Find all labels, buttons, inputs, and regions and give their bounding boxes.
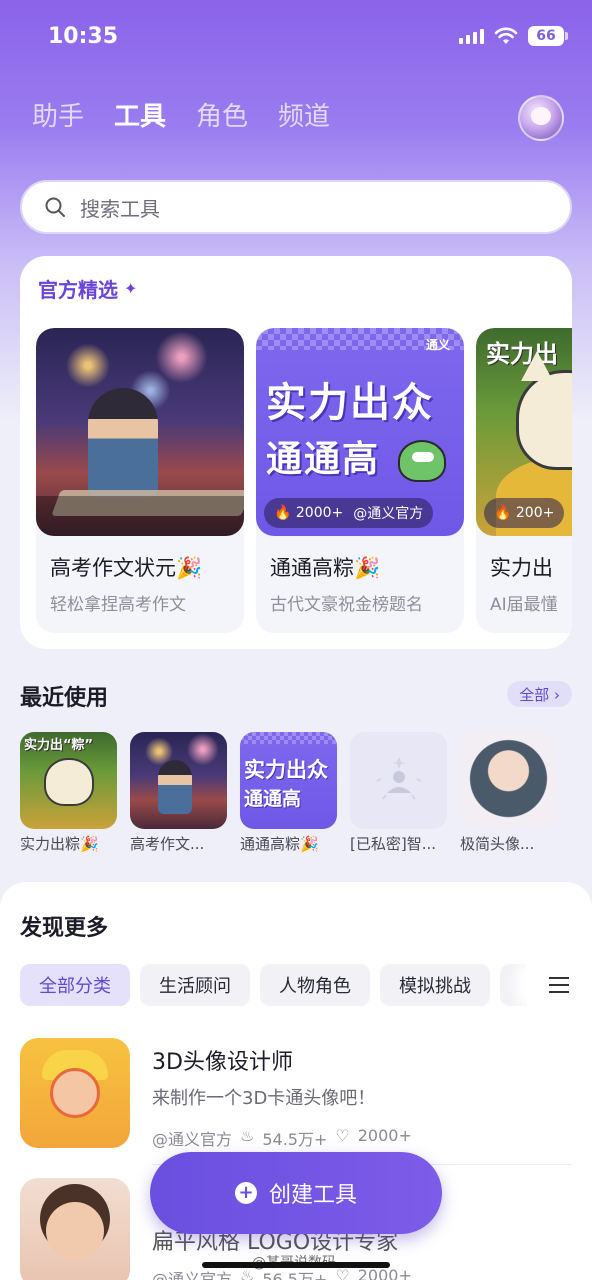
- official-picks-label: 官方精选: [38, 278, 118, 302]
- signal-icon: [459, 28, 484, 44]
- tool-thumb: [20, 1178, 130, 1280]
- heart-icon: ♡: [335, 1126, 350, 1145]
- chip-characters[interactable]: 人物角色: [260, 964, 370, 1006]
- fire-icon: ♨: [240, 1126, 255, 1145]
- tool-uses: 54.5万+: [262, 1130, 328, 1149]
- status-time: 10:35: [48, 24, 119, 49]
- card-stats-badge: 🔥 200+: [484, 498, 565, 528]
- cat-card-image: 实力出 🔥 200+: [476, 328, 572, 536]
- search-icon: [45, 197, 65, 217]
- card-stats-badge: 🔥 2000+ @通义官方: [264, 498, 434, 528]
- tool-thumb: [20, 1038, 130, 1148]
- featured-card-essay[interactable]: 高考作文状元🎉 轻松拿捏高考作文: [36, 328, 244, 633]
- home-indicator: [202, 1262, 390, 1268]
- tab-assistant[interactable]: 助手: [32, 96, 84, 133]
- tool-author: @通义官方: [152, 1270, 233, 1280]
- recent-thumb: [460, 732, 557, 829]
- image-shade: [36, 496, 244, 536]
- card-author: @通义官方: [353, 506, 424, 522]
- recent-label: 高考作文...: [130, 835, 205, 853]
- poster-subline: 通通高: [266, 439, 381, 480]
- recent-item[interactable]: 高考作文...: [130, 732, 227, 854]
- essay-card-image: [36, 328, 244, 536]
- card-title: 高考作文状元🎉: [50, 556, 203, 580]
- featured-card-cat[interactable]: 实力出 🔥 200+ 实力出 AI届最懂: [476, 328, 572, 633]
- studying-boy-illustration: [88, 388, 158, 498]
- tool-name: 3D头像设计师: [152, 1050, 293, 1075]
- recent-label: 极简头像...: [460, 835, 535, 853]
- official-picks-title: 官方精选 ✦: [38, 274, 137, 303]
- status-bar: 10:35 66: [0, 0, 592, 76]
- chip-life-advisor[interactable]: 生活顾问: [140, 964, 250, 1006]
- recent-label: 通通高粽🎉: [240, 835, 319, 853]
- tool-list-item[interactable]: 3D头像设计师 来制作一个3D卡通头像吧！ @通义官方 ♨ 54.5万+ ♡ 200…: [20, 1038, 572, 1150]
- tab-tools[interactable]: 工具: [114, 96, 166, 133]
- private-placeholder-icon: [376, 756, 421, 800]
- recent-all-button[interactable]: 全部 ›: [507, 681, 572, 707]
- battery-icon: 66: [528, 26, 568, 46]
- thumb-text: 实力出“粽”: [24, 738, 94, 753]
- zongzi-mascot-icon: [398, 440, 446, 482]
- tool-likes: 2000+: [357, 1126, 412, 1145]
- official-picks-panel: 官方精选 ✦ 高考作文状元🎉 轻松拿捏高考作文 通义 实力出众 通通高 🔥 20…: [20, 256, 572, 649]
- featured-card-zongzi[interactable]: 通义 实力出众 通通高 🔥 2000+ @通义官方 通通高粽🎉 古代文豪祝金榜题…: [256, 328, 464, 633]
- recent-item[interactable]: 实力出“粽” 实力出粽🎉: [20, 732, 117, 854]
- heart-icon: ♡: [335, 1266, 350, 1280]
- recent-item[interactable]: 实力出众 通通高 通通高粽🎉: [240, 732, 337, 854]
- wifi-icon: [494, 27, 518, 44]
- sparkle-icon: ✦: [124, 279, 138, 298]
- recent-label: 实力出粽🎉: [20, 835, 99, 853]
- recent-label: [已私密]智...: [350, 835, 437, 853]
- zongzi-card-image: 通义 实力出众 通通高 🔥 2000+ @通义官方: [256, 328, 464, 536]
- status-icons: 66: [459, 26, 568, 46]
- search-placeholder: 搜索工具: [80, 196, 160, 221]
- plus-icon: +: [234, 1182, 257, 1204]
- brand-tag: 通义: [425, 338, 450, 352]
- card-desc: AI届最懂: [490, 595, 558, 615]
- create-tool-label: 创建工具: [268, 1183, 357, 1208]
- chip-simulation[interactable]: 模拟挑战: [380, 964, 490, 1006]
- cat-head-illustration: [516, 351, 572, 470]
- thumb-text: 实力出众: [244, 758, 328, 782]
- girl-illustration: [46, 1202, 104, 1260]
- recent-item[interactable]: 极简头像...: [460, 732, 557, 854]
- fire-count: 🔥 200+: [494, 505, 555, 521]
- recent-thumb: 实力出众 通通高: [240, 732, 337, 829]
- top-nav-tabs: 助手 工具 角色 频道: [32, 96, 330, 133]
- discover-title: 发现更多: [20, 916, 109, 941]
- cat-head-illustration: [44, 758, 94, 806]
- tool-author: @通义官方: [152, 1130, 233, 1149]
- recent-thumb: 实力出“粽”: [20, 732, 117, 829]
- recent-item[interactable]: [已私密]智...: [350, 732, 447, 854]
- menu-icon: [549, 984, 569, 986]
- checker-pattern: [240, 732, 337, 744]
- cartoon-face-illustration: [50, 1068, 100, 1118]
- tool-meta: @通义官方 ♨ 54.5万+ ♡ 2000+: [152, 1126, 412, 1150]
- tool-likes: 2000+: [357, 1266, 412, 1280]
- recent-thumb: [130, 732, 227, 829]
- recent-list: 实力出“粽” 实力出粽🎉 高考作文... 实力出众 通通高 通通高粽🎉 [已私密…: [20, 732, 557, 854]
- thumb-text: 通通高: [244, 788, 302, 810]
- recent-title: 最近使用: [20, 686, 109, 711]
- card-title: 通通高粽🎉: [270, 556, 381, 580]
- card-desc: 轻松拿捏高考作文: [50, 595, 186, 615]
- tab-characters[interactable]: 角色: [196, 96, 248, 133]
- create-tool-button[interactable]: + 创建工具: [150, 1152, 442, 1234]
- studying-boy-illustration: [158, 760, 192, 814]
- recent-thumb: [350, 732, 447, 829]
- card-title: 实力出: [490, 556, 553, 580]
- poster-headline: 实力出众: [266, 380, 434, 426]
- tool-desc: 来制作一个3D卡通头像吧！: [152, 1088, 376, 1109]
- category-menu-button[interactable]: [526, 964, 592, 1006]
- card-desc: 古代文豪祝金榜题名: [270, 595, 423, 615]
- chip-all-categories[interactable]: 全部分类: [20, 964, 130, 1006]
- fire-count: 🔥 2000+: [274, 505, 344, 521]
- search-input[interactable]: 搜索工具: [20, 180, 572, 234]
- tab-channels[interactable]: 频道: [278, 96, 330, 133]
- category-chips: 全部分类 生活顾问 人物角色 模拟挑战: [20, 964, 538, 1006]
- user-avatar[interactable]: [518, 95, 564, 141]
